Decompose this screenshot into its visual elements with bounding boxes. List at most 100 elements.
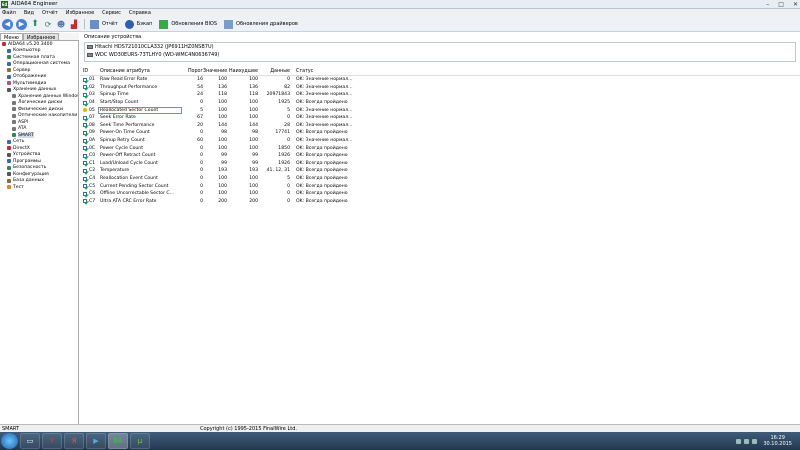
refresh-button[interactable]: ⟳ bbox=[43, 19, 53, 30]
media-player-icon: ▶ bbox=[93, 437, 99, 445]
refresh-icon: ⟳ bbox=[44, 19, 52, 29]
tray-icons bbox=[736, 438, 758, 444]
header-id[interactable]: ID bbox=[80, 69, 99, 74]
tab-favorites[interactable]: Избранное bbox=[22, 33, 60, 41]
table-row[interactable]: C7 Ultra ATA CRC Error Rate 0 200 200 0 OK: Вс… bbox=[80, 198, 800, 206]
menu-report[interactable]: Отчёт bbox=[42, 10, 58, 16]
menu-view[interactable]: Вид bbox=[24, 10, 34, 16]
cell-id: 03 bbox=[80, 92, 99, 97]
download-icon bbox=[159, 19, 169, 29]
cell-name: Ultra ATA CRC Error Rate bbox=[100, 198, 157, 204]
tree-node-icon bbox=[7, 68, 11, 73]
taskbar-yandex-browser[interactable]: Y bbox=[42, 433, 62, 449]
table-row[interactable]: C6 Offline Uncorrectable Sector C... 0 100 1… bbox=[80, 190, 800, 198]
cell-status: OK: Всегда пройдено bbox=[296, 168, 348, 174]
cell-value: 118 bbox=[218, 92, 227, 98]
taskbar-yandex[interactable]: Я bbox=[64, 433, 84, 449]
table-row[interactable]: C5 Current Pending Sector Count 0 100 100 0 OK… bbox=[80, 182, 800, 190]
tree-item[interactable]: Тест bbox=[0, 184, 78, 191]
header-name[interactable]: Описание атрибута bbox=[99, 69, 181, 74]
table-row[interactable]: 0C Power Cycle Count 0 100 100 1850 OK: Всегда… bbox=[80, 144, 800, 152]
network-icon[interactable] bbox=[736, 438, 742, 444]
header-worst[interactable]: Наихудшее bbox=[227, 69, 258, 74]
user-button[interactable]: ☻ bbox=[56, 19, 66, 30]
cell-worst: 99 bbox=[252, 153, 258, 159]
aida64-icon: 64 bbox=[113, 437, 123, 445]
taskbar-media-player[interactable]: ▶ bbox=[86, 433, 106, 449]
close-button[interactable]: ✕ bbox=[793, 1, 798, 8]
report-button[interactable]: Отчёт bbox=[90, 19, 118, 29]
table-row[interactable]: 09 Power-On Time Count 0 98 98 17741 OK: Всегд… bbox=[80, 129, 800, 137]
cell-name: Current Pending Sector Count bbox=[100, 183, 169, 189]
minimize-button[interactable]: – bbox=[766, 1, 769, 8]
smart-table-body: 01 Raw Read Error Rate 16 100 100 0 OK: Значен… bbox=[80, 76, 800, 205]
table-row[interactable]: 07 Seek Error Rate 67 100 100 0 OK: Значение н… bbox=[80, 114, 800, 122]
table-row[interactable]: 08 Seek Time Performance 20 144 144 28 OK: Зна… bbox=[80, 122, 800, 130]
table-row[interactable]: 04 Start/Stop Count 0 100 100 1925 OK: Всегда … bbox=[80, 99, 800, 107]
tree-item-label: Операционная система bbox=[13, 61, 70, 67]
cell-id-text: C4 bbox=[89, 176, 96, 182]
main-panel: Описание устройства Hitachi HDS721010CLA… bbox=[80, 33, 800, 424]
aida64-app-icon: 64 bbox=[1, 0, 8, 8]
cell-id: 0C bbox=[80, 146, 99, 151]
tree-item-label: Устройства bbox=[13, 152, 41, 158]
cell-data: 1926 bbox=[278, 153, 290, 159]
cell-status: OK: Всегда пройдено bbox=[296, 130, 348, 136]
header-status[interactable]: Статус bbox=[290, 69, 370, 74]
table-row[interactable]: 05 Reallocated Sector Count 5 100 100 5 OK: Зн… bbox=[80, 106, 800, 114]
tab-menu[interactable]: Меню bbox=[0, 33, 23, 41]
table-row[interactable]: 02 Throughput Performance 54 136 136 82 OK: Зн… bbox=[80, 84, 800, 92]
menu-help[interactable]: Справка bbox=[129, 10, 151, 16]
cell-worst: 136 bbox=[249, 84, 258, 90]
taskbar-aida64[interactable]: 64 bbox=[108, 433, 128, 449]
driver-update-button[interactable]: Обновления драйверов bbox=[224, 19, 298, 29]
arrow-left-icon: ◀ bbox=[2, 18, 13, 30]
report-label: Отчёт bbox=[102, 21, 118, 27]
header-data[interactable]: Данные bbox=[258, 69, 290, 74]
cell-threshold: 67 bbox=[197, 115, 203, 121]
device-item[interactable]: Hitachi HDS721010CLA332 (JP6911HZ0NSB7U) bbox=[85, 43, 795, 51]
device-label: Hitachi HDS721010CLA332 (JP6911HZ0NSB7U) bbox=[95, 44, 214, 50]
table-row[interactable]: C2 Temperature 0 193 193 41, 12, 31 OK: Всегда… bbox=[80, 167, 800, 175]
cell-worst: 118 bbox=[249, 92, 258, 98]
table-row[interactable]: 0A Spinup Retry Count 60 100 100 0 OK: Значени… bbox=[80, 137, 800, 145]
menu-file[interactable]: Файл bbox=[2, 10, 16, 16]
device-item[interactable]: WDC WD30EURS-73TLHY0 (WD-WMC4N0636749) bbox=[85, 51, 795, 59]
tree-item-label: Тест bbox=[13, 184, 24, 190]
taskbar-utorrent[interactable]: µ bbox=[130, 433, 150, 449]
table-row[interactable]: 03 Spinup Time 24 118 118 20971843 OK: Значени… bbox=[80, 91, 800, 99]
cell-id: C5 bbox=[80, 184, 99, 189]
maximize-button[interactable]: □ bbox=[778, 1, 784, 8]
cell-value: 200 bbox=[218, 198, 227, 204]
flag-icon[interactable] bbox=[752, 438, 758, 444]
checkmark-icon bbox=[83, 176, 87, 181]
table-row[interactable]: C0 Power-Off Retract Count 0 99 99 1926 OK: Вс… bbox=[80, 152, 800, 160]
tree-node-icon bbox=[12, 126, 16, 131]
table-row[interactable]: C4 Reallocation Event Count 0 100 100 5 OK: Вс… bbox=[80, 175, 800, 183]
cell-value: 144 bbox=[218, 122, 227, 128]
clock[interactable]: 16:29 30.10.2015 bbox=[763, 435, 792, 447]
cell-worst: 98 bbox=[252, 130, 258, 136]
bios-update-button[interactable]: Обновления BIOS bbox=[159, 19, 217, 29]
header-threshold[interactable]: Порог bbox=[181, 69, 203, 74]
checkmark-icon bbox=[83, 191, 87, 196]
forward-button[interactable]: ▶ bbox=[16, 18, 27, 30]
backup-button[interactable]: Бэкап bbox=[124, 19, 152, 29]
cell-status: OK: Значение нормал... bbox=[296, 115, 353, 121]
chart-button[interactable]: ▟ bbox=[69, 19, 79, 30]
checkmark-icon bbox=[83, 146, 87, 151]
table-row[interactable]: 01 Raw Read Error Rate 16 100 100 0 OK: Значен… bbox=[80, 76, 800, 84]
menu-tools[interactable]: Сервис bbox=[102, 10, 121, 16]
cell-data: 5 bbox=[287, 176, 290, 182]
checkmark-icon bbox=[83, 92, 87, 97]
volume-icon[interactable] bbox=[744, 438, 750, 444]
table-row[interactable]: C1 Load/Unload Cycle Count 0 99 99 1926 OK: Вс… bbox=[80, 160, 800, 168]
header-value[interactable]: Значение bbox=[203, 69, 227, 74]
cell-data: 17741 bbox=[275, 130, 290, 136]
back-button[interactable]: ◀ bbox=[2, 18, 13, 30]
start-button[interactable] bbox=[1, 433, 18, 449]
menu-favorites[interactable]: Избранное bbox=[66, 10, 94, 16]
up-button[interactable]: ⬆ bbox=[30, 19, 40, 30]
taskbar-explorer[interactable]: ▭ bbox=[20, 433, 40, 449]
checkmark-icon bbox=[83, 161, 87, 166]
